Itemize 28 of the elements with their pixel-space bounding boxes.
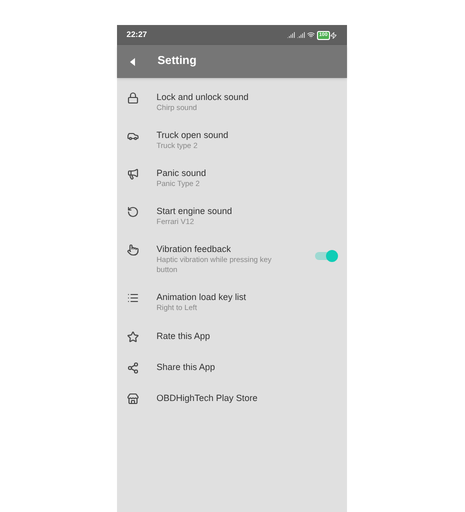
setting-title: Lock and unlock sound [156,91,250,103]
rotate-icon [126,206,138,218]
setting-title: Start engine sound [156,205,234,217]
lock-icon [126,92,138,104]
settings-row[interactable]: Share this App [116,352,346,383]
signal-icon [287,31,296,39]
store-icon [126,393,138,405]
car-icon [126,130,138,142]
setting-title: Vibration feedback [156,243,232,255]
back-icon [130,58,136,66]
toggle-switch[interactable] [314,252,334,260]
wifi-icon [307,31,316,39]
setting-title: Share this App [156,361,216,373]
settings-row[interactable]: Rate this App [116,321,346,352]
setting-title: Rate this App [156,330,212,342]
share-icon [126,362,138,374]
star-icon [126,331,138,343]
signal-icon [297,31,306,39]
setting-title: Truck open sound [156,129,230,141]
settings-row[interactable]: OBDHighTech Play Store [116,383,346,414]
app-title: Setting [158,54,196,69]
charging-icon [330,32,336,38]
setting-title: Animation load key list [156,291,248,303]
pointer-icon [126,244,138,256]
setting-title: Panic sound [156,167,208,179]
setting-title: OBDHighTech Play Store [156,392,259,404]
megaphone-icon [126,168,138,180]
clock-time: 22:27 [126,29,147,41]
